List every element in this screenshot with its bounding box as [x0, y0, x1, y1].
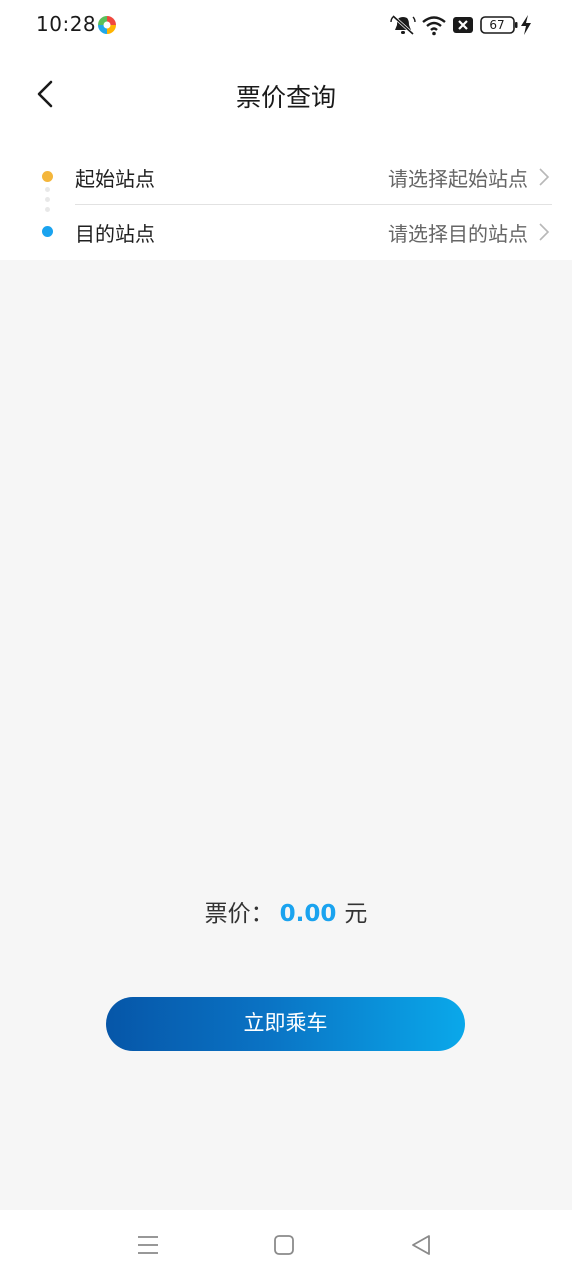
charging-icon	[521, 15, 531, 35]
battery-level: 67	[489, 18, 505, 32]
home-icon[interactable]	[273, 1234, 295, 1256]
start-dot-icon	[42, 171, 53, 182]
chevron-right-icon	[539, 168, 550, 186]
menu-icon[interactable]	[136, 1234, 160, 1256]
start-station-label: 起始站点	[75, 167, 155, 191]
end-station-label: 目的站点	[75, 222, 155, 246]
sim-x-icon	[453, 17, 473, 33]
mute-icon	[390, 14, 416, 36]
station-selector: 起始站点 请选择起始站点 目的站点 请选择目的站点	[0, 144, 572, 260]
fare-display: 票价： 0.00 元	[0, 894, 572, 928]
end-station-row[interactable]: 目的站点 请选择目的站点	[0, 202, 572, 258]
status-time: 10:28	[36, 12, 97, 36]
back-triangle-icon[interactable]	[410, 1234, 432, 1256]
system-nav-bar	[0, 1210, 572, 1280]
status-bar: 10:28 67	[0, 0, 572, 52]
fare-query-screen: 10:28 67 票价查询 起始站点 请选择起始站点 目的站点 请选择目的站点 …	[0, 0, 572, 1280]
fare-unit: 元	[344, 901, 368, 927]
end-station-value[interactable]: 请选择目的站点	[388, 218, 528, 247]
fare-label: 票价：	[204, 901, 274, 927]
app-notification-icon	[98, 16, 116, 34]
app-header: 票价查询	[0, 52, 572, 144]
page-title: 票价查询	[235, 83, 336, 112]
start-station-row[interactable]: 起始站点 请选择起始站点	[0, 147, 572, 212]
start-station-value[interactable]: 请选择起始站点	[388, 163, 528, 192]
chevron-right-icon	[539, 223, 550, 241]
wifi-icon	[422, 16, 446, 36]
end-dot-icon	[42, 226, 53, 237]
board-now-button[interactable]: 立即乘车	[106, 997, 465, 1051]
fare-value: 0.00	[279, 901, 337, 927]
